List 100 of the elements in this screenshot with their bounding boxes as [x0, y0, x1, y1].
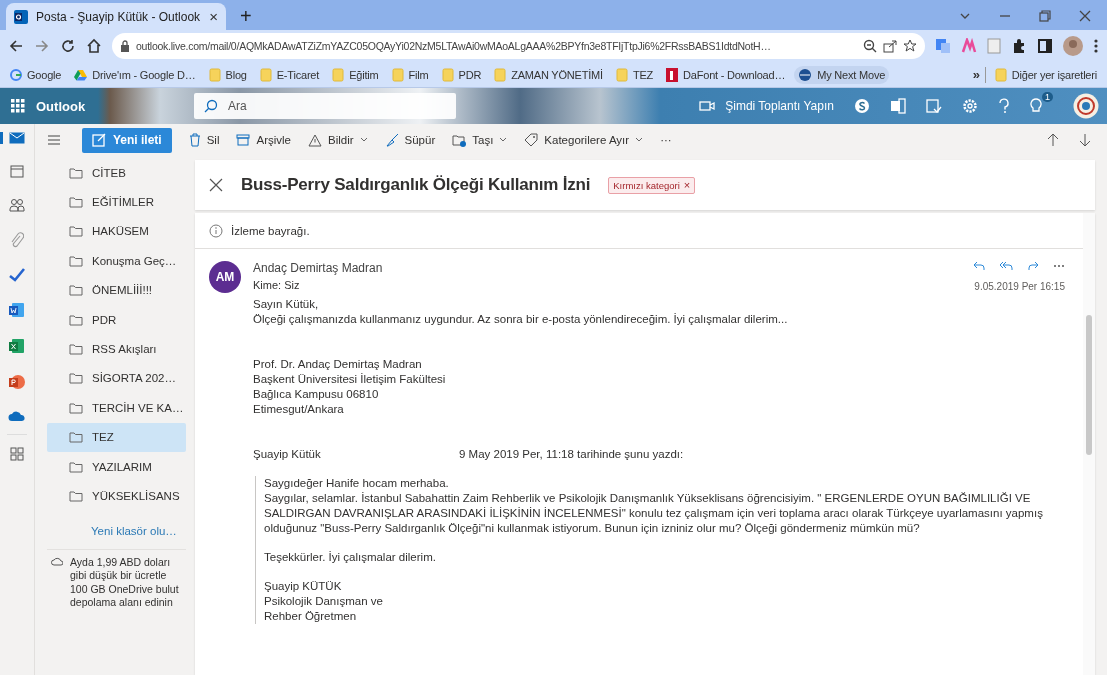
search-placeholder: Ara [228, 99, 247, 113]
promo-text: Ayda 1,99 ABD doları gibi düşük bir ücretle 100 GB OneDrive bulut depolama alanı edinin [70, 555, 180, 610]
folder-icon [69, 372, 83, 385]
settings-icon[interactable] [962, 98, 978, 114]
meet-now-button[interactable]: Şimdi Toplantı Yapın [699, 99, 834, 113]
toolbar-button[interactable]: Bildir [308, 133, 368, 147]
folder-icon [441, 67, 454, 82]
skype-icon[interactable] [854, 98, 870, 114]
bookmark[interactable]: Eğitim [328, 65, 383, 84]
bookmark[interactable]: Google [6, 66, 66, 83]
more-bookmarks-button[interactable]: » [972, 67, 980, 82]
folder-item[interactable]: EĞİTİMLER [47, 187, 186, 217]
back-icon[interactable] [8, 38, 24, 54]
folder-item[interactable]: CİTEB [47, 158, 186, 188]
bookmark[interactable]: Film [387, 65, 433, 84]
bookmark[interactable]: ZAMAN YÖNETİMİ [490, 65, 607, 84]
folder-icon [332, 67, 345, 82]
folder-item[interactable]: TERCİH VE KA… [47, 393, 186, 423]
translate-extension-icon[interactable] [935, 38, 951, 54]
compose-icon [92, 133, 106, 147]
people-icon [9, 198, 25, 212]
bookmark[interactable]: My Next Move [794, 65, 890, 84]
message-subject: Buss-Perry Saldırganlık Ölçeği Kullanım İzni [241, 175, 591, 195]
toolbar-button[interactable]: Taşı [452, 133, 508, 147]
app-launcher-icon[interactable] [11, 99, 25, 113]
folder-move-icon [452, 133, 467, 147]
toolbar-button[interactable]: Süpür [384, 133, 436, 147]
bookmark-folder[interactable]: Diğer yer işaretleri [990, 65, 1101, 84]
folder-item[interactable]: RSS Akışları [47, 334, 186, 364]
new-folder-link[interactable]: Yeni klasör olu… [47, 510, 186, 550]
folder-item[interactable]: YÜKSEKLİSANS [47, 481, 186, 511]
message-text: Şuayip KÜTÜK [264, 579, 343, 594]
lock-icon [120, 40, 130, 52]
bookmark[interactable]: TEZ [611, 65, 658, 84]
bookmark[interactable]: PDR [437, 65, 486, 84]
message-text: Ölçeği çalışmanızda kullanmanız uygundur. Az sonra bir e-posta yönlendireceğim. İyi çalışmalar dilerim... [253, 312, 789, 327]
bookmark[interactable]: E-Ticaret [255, 65, 324, 84]
message-text: Rehber Öğretmen [264, 609, 358, 624]
close-icon[interactable] [209, 178, 223, 192]
toolbar-button[interactable]: Kategorilere Ayır [524, 133, 644, 147]
message-text: Teşekkürler. İyi çalışmalar dilerim. [264, 550, 437, 565]
menu-icon[interactable] [1093, 38, 1099, 54]
office-icon[interactable] [890, 98, 906, 114]
folder-item[interactable]: SİGORTA 202… [47, 363, 186, 394]
scrollbar[interactable] [1083, 213, 1095, 675]
search-field[interactable]: Ara [194, 93, 456, 119]
checkmark-icon [9, 268, 25, 282]
zoom-icon[interactable] [863, 39, 877, 53]
message-text: Saygıdeğer Hanife hocam merhaba. [264, 476, 450, 491]
quote-header: 9 May 2019 Per, 11:18 tarihinde şunu yazdı: [459, 447, 684, 462]
new-message-button[interactable]: Yeni ileti [82, 127, 172, 153]
folder-item[interactable]: TEZ [47, 422, 186, 452]
hamburger-menu-icon[interactable] [47, 134, 61, 146]
toolbar-button[interactable]: Sil [188, 133, 220, 147]
chevron-down-icon [359, 137, 368, 143]
forward-icon[interactable] [1027, 261, 1039, 271]
toolbar-button[interactable]: Arşivle [236, 134, 291, 146]
close-tab-button[interactable]: × [209, 9, 218, 24]
lightbulb-icon[interactable] [1030, 98, 1042, 114]
sender-name[interactable]: Andaç Demirtaş Madran [253, 261, 965, 275]
reload-icon[interactable] [60, 38, 76, 54]
folder-icon [259, 67, 272, 82]
my-day-icon[interactable] [926, 98, 942, 114]
home-icon[interactable] [86, 38, 102, 54]
recipient-label: Kime: [253, 279, 282, 291]
folder-item[interactable]: PDR [47, 304, 186, 335]
reply-icon[interactable] [973, 261, 985, 271]
forward-icon[interactable] [34, 38, 50, 54]
folder-item[interactable]: YAZILARIM [47, 451, 186, 482]
warning-icon [308, 133, 322, 147]
puzzle-icon[interactable] [1011, 38, 1027, 54]
new-tab-button[interactable]: + [240, 6, 252, 26]
previous-message-icon[interactable] [1047, 133, 1059, 147]
address-bar[interactable]: outlook.live.com/mail/0/AQMkADAwATZiZmYAZC05OQAyYi02NzM5LTAwAi0wMAoALgAAA%2BPYfn3e8TFIjTtpJi6%2FRssBABS1IdtdNotH… [112, 33, 925, 59]
calendar-icon [10, 164, 24, 178]
next-message-icon[interactable] [1079, 133, 1091, 147]
star-icon[interactable] [903, 39, 917, 53]
side-panel-icon[interactable] [1037, 38, 1053, 54]
category-tag[interactable]: Kırmızı kategori × [608, 176, 696, 194]
chevron-down-icon [499, 137, 508, 143]
browser-tab[interactable]: Posta - Şuayip Kütük - Outlook × [6, 3, 226, 30]
account-avatar-icon[interactable] [1073, 93, 1099, 119]
folder-icon [69, 401, 83, 414]
extension-icon[interactable] [961, 38, 977, 54]
close-icon[interactable] [1079, 10, 1091, 22]
profile-avatar-icon[interactable] [1063, 36, 1083, 56]
restore-icon[interactable] [1039, 10, 1051, 22]
folder-item[interactable]: Konuşma Geç… [47, 246, 186, 276]
reply-all-icon[interactable] [999, 261, 1013, 271]
bookmark[interactable]: DaFont - Download… [662, 65, 790, 84]
share-icon[interactable] [883, 39, 897, 53]
app-name[interactable]: Outlook [36, 98, 96, 114]
folder-item[interactable]: HAKÜSEM [47, 216, 186, 247]
bookmark[interactable]: Drive'ım - Google D… [70, 66, 200, 83]
more-actions-button[interactable]: ··· [660, 134, 672, 146]
bookmark[interactable]: Blog [204, 65, 251, 84]
help-icon[interactable] [998, 98, 1010, 114]
folder-item[interactable]: ÖNEMLİİİ!!! [47, 275, 186, 305]
folder-icon [69, 225, 83, 238]
more-icon[interactable] [1053, 264, 1065, 268]
